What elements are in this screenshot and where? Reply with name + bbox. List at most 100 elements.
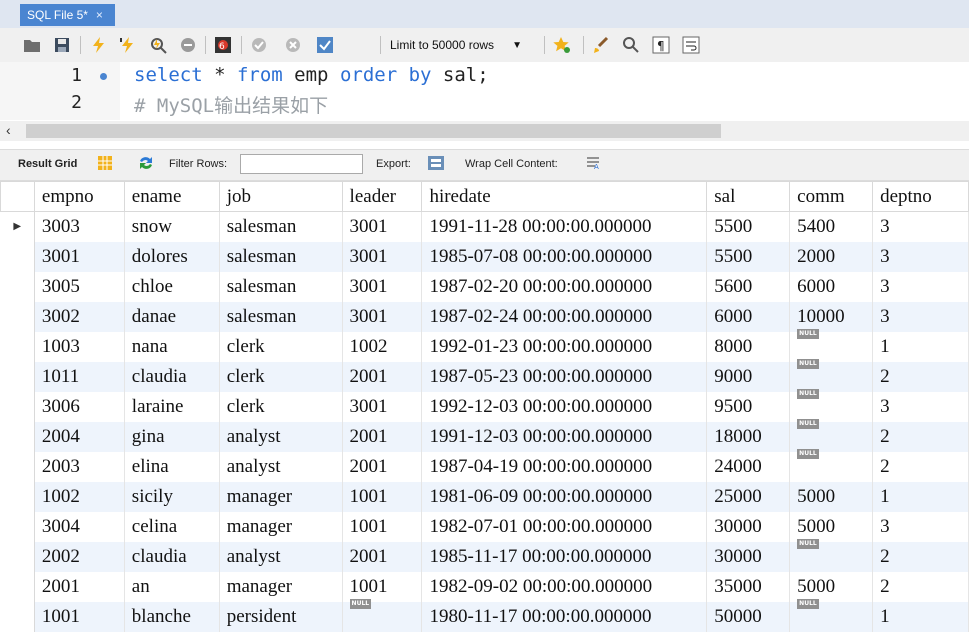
cell-comm[interactable]: 2000 <box>789 241 874 272</box>
table-row[interactable]: 3002 danae salesman 3001 1987-02-24 00:00:00… <box>0 301 969 332</box>
cell-leader[interactable]: 3001 <box>342 271 423 302</box>
table-row[interactable]: 2002 claudia analyst 2001 1985-11-17 00:00:0… <box>0 538 969 572</box>
cell-job[interactable]: salesman <box>219 211 343 242</box>
column-header-sal[interactable]: sal <box>706 181 791 212</box>
column-header-hiredate[interactable]: hiredate <box>421 181 708 212</box>
row-header[interactable] <box>0 481 35 512</box>
cell-empno[interactable]: 3003 <box>34 211 125 242</box>
cell-hiredate[interactable]: 1982-09-02 00:00:00.000000 <box>421 571 708 602</box>
cell-leader[interactable]: 2001 <box>342 421 423 452</box>
grid-view-icon[interactable] <box>98 156 112 173</box>
cell-empno[interactable]: 1011 <box>34 361 125 392</box>
cell-comm[interactable]: 5000 <box>789 571 874 602</box>
cell-ename[interactable]: laraine <box>124 391 220 422</box>
table-row[interactable]: 3006 laraine clerk 3001 1992-12-03 00:00:00.… <box>0 388 969 422</box>
cell-ename[interactable]: gina <box>124 421 220 452</box>
row-header[interactable] <box>0 511 35 542</box>
code-line-1[interactable]: select * from emp order by sal; <box>134 64 489 86</box>
column-header-leader[interactable]: leader <box>341 181 423 212</box>
cell-sal[interactable]: 5500 <box>706 241 791 272</box>
cell-leader[interactable]: 3001 <box>342 241 423 272</box>
cell-deptno[interactable]: 2 <box>872 451 969 482</box>
cell-leader[interactable]: 1001 <box>342 571 423 602</box>
row-header[interactable] <box>0 331 35 362</box>
execute-current-icon[interactable] <box>118 35 138 55</box>
explain-magnifier-icon[interactable] <box>148 35 168 55</box>
cell-sal[interactable]: 30000 <box>706 541 791 572</box>
cell-comm[interactable]: NULL <box>789 598 874 632</box>
limit-rows-select[interactable]: Limit to 50000 rows ▼ <box>387 34 540 56</box>
sql-editor[interactable]: 1 2 select * from emp order by sal; # My… <box>0 62 969 120</box>
cell-empno[interactable]: 1002 <box>34 481 125 512</box>
cell-hiredate[interactable]: 1987-02-20 00:00:00.000000 <box>421 271 708 302</box>
cell-hiredate[interactable]: 1987-05-23 00:00:00.000000 <box>421 361 708 392</box>
cell-empno[interactable]: 1003 <box>34 331 125 362</box>
cell-leader[interactable]: 2001 <box>342 451 423 482</box>
export-icon[interactable] <box>427 154 447 177</box>
execute-lightning-icon[interactable] <box>88 35 108 55</box>
cell-comm[interactable]: NULL <box>789 538 874 572</box>
result-grid[interactable]: empno ename job leader hiredate sal comm… <box>0 181 969 632</box>
cell-job[interactable]: persident <box>219 601 343 632</box>
cell-ename[interactable]: elina <box>124 451 220 482</box>
cell-job[interactable]: manager <box>219 511 343 542</box>
column-header-empno[interactable]: empno <box>33 181 125 212</box>
invisible-chars-icon[interactable]: ¶ <box>651 35 671 55</box>
cell-sal[interactable]: 50000 <box>706 601 791 632</box>
auto-commit-icon[interactable] <box>315 35 335 55</box>
close-icon[interactable]: × <box>96 8 103 22</box>
cell-hiredate[interactable]: 1981-06-09 00:00:00.000000 <box>421 481 708 512</box>
open-folder-icon[interactable] <box>22 35 42 55</box>
table-row[interactable]: 1001 blanche persident NULL 1980-11-17 00:00… <box>0 598 969 632</box>
cell-ename[interactable]: blanche <box>124 601 220 632</box>
row-header[interactable] <box>0 241 35 272</box>
cell-deptno[interactable]: 3 <box>872 301 969 332</box>
word-wrap-icon[interactable] <box>681 35 701 55</box>
column-header-ename[interactable]: ename <box>123 181 220 212</box>
result-grid-tab[interactable]: Result Grid <box>18 158 77 170</box>
cell-job[interactable]: clerk <box>219 361 343 392</box>
cell-job[interactable]: manager <box>219 571 343 602</box>
cell-job[interactable]: clerk <box>219 331 343 362</box>
cell-leader[interactable]: 3001 <box>342 391 423 422</box>
cell-comm[interactable]: 5400 <box>789 211 874 242</box>
table-row[interactable]: 1002 sicily manager 1001 1981-06-09 00:00:00… <box>0 481 969 512</box>
cell-empno[interactable]: 2003 <box>34 451 125 482</box>
wrap-cell-icon[interactable]: A <box>586 156 600 173</box>
cell-sal[interactable]: 5600 <box>706 271 791 302</box>
cell-comm[interactable]: 6000 <box>789 271 874 302</box>
row-header[interactable] <box>0 391 35 422</box>
cell-hiredate[interactable]: 1991-12-03 00:00:00.000000 <box>421 421 708 452</box>
cell-sal[interactable]: 18000 <box>706 421 791 452</box>
row-header[interactable] <box>0 451 35 482</box>
cell-empno[interactable]: 2004 <box>34 421 125 452</box>
cell-hiredate[interactable]: 1987-04-19 00:00:00.000000 <box>421 451 708 482</box>
cell-empno[interactable]: 3004 <box>34 511 125 542</box>
cell-job[interactable]: clerk <box>219 391 343 422</box>
scrollbar-thumb[interactable] <box>26 124 721 138</box>
cell-comm[interactable]: NULL <box>789 358 874 392</box>
cell-deptno[interactable]: 1 <box>872 481 969 512</box>
cell-empno[interactable]: 2002 <box>34 541 125 572</box>
cell-job[interactable]: salesman <box>219 241 343 272</box>
table-row[interactable]: 2003 elina analyst 2001 1987-04-19 00:00:00.… <box>0 448 969 482</box>
cell-sal[interactable]: 25000 <box>706 481 791 512</box>
cell-deptno[interactable]: 2 <box>872 361 969 392</box>
cell-sal[interactable]: 8000 <box>706 331 791 362</box>
refresh-arrows-icon[interactable] <box>137 155 155 174</box>
add-snippet-star-icon[interactable] <box>552 35 572 55</box>
commit-icon[interactable] <box>249 35 269 55</box>
cell-leader[interactable]: 3001 <box>342 301 423 332</box>
editor-horizontal-scrollbar[interactable]: ‹ <box>0 121 969 141</box>
rollback-icon[interactable] <box>283 35 303 55</box>
cell-sal[interactable]: 9000 <box>706 361 791 392</box>
cell-empno[interactable]: 3006 <box>34 391 125 422</box>
row-header[interactable] <box>0 541 35 572</box>
cell-hiredate[interactable]: 1992-12-03 00:00:00.000000 <box>421 391 708 422</box>
table-row[interactable]: 3001 dolores salesman 3001 1985-07-08 00:00:… <box>0 241 969 272</box>
cell-deptno[interactable]: 3 <box>872 271 969 302</box>
save-icon[interactable] <box>52 35 72 55</box>
cell-job[interactable]: salesman <box>219 301 343 332</box>
row-header[interactable]: ▶ <box>0 211 35 242</box>
cell-hiredate[interactable]: 1980-11-17 00:00:00.000000 <box>421 601 708 632</box>
